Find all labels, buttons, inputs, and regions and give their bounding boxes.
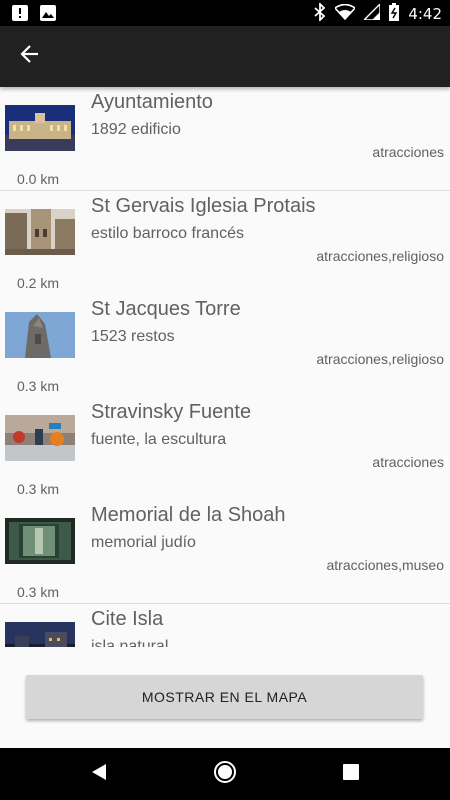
warning-badge-icon [12,5,28,25]
status-right-icons: 4:42 [314,1,442,25]
list-item[interactable]: St Jacques Torre 1523 restos atracciones… [0,294,450,398]
nav-home-button[interactable] [213,760,237,788]
place-subtitle: memorial judío [91,534,196,551]
nav-back-button[interactable] [87,762,111,786]
place-distance: 0.2 km [17,275,60,291]
place-thumbnail [5,518,75,564]
home-circle-icon [213,760,237,788]
signal-icon [362,2,382,24]
back-button[interactable] [12,38,48,74]
show-on-map-button[interactable]: MOSTRAR EN EL MAPA [26,675,423,719]
place-category: atracciones [372,144,444,160]
status-bar: 4:42 [0,0,450,26]
wifi-icon [334,3,357,24]
list-item[interactable]: Stravinsky Fuente fuente, la escultura a… [0,397,450,501]
place-title: Stravinsky Fuente [91,401,252,423]
place-subtitle: estilo barroco francés [91,225,244,242]
place-category: atracciones,religioso [316,248,444,264]
place-subtitle: 1892 edificio [91,121,181,138]
place-thumbnail [5,312,75,358]
list-item[interactable]: Cite Isla isla natural [0,604,450,647]
place-thumbnail [5,622,75,647]
place-title: Ayuntamiento [91,91,213,113]
bluetooth-icon [314,1,326,25]
recents-square-icon [342,763,360,785]
back-triangle-icon [90,763,108,785]
list-item[interactable]: St Gervais Iglesia Protais estilo barroc… [0,191,450,295]
place-subtitle: 1523 restos [91,328,175,345]
bottom-action-area: MOSTRAR EN EL MAPA [0,647,450,748]
list-item[interactable]: Memorial de la Shoah memorial judío atra… [0,500,450,604]
place-title: Memorial de la Shoah [91,504,286,526]
list-item[interactable]: Ayuntamiento 1892 edificio atracciones 0… [0,87,450,191]
place-title: St Jacques Torre [91,298,241,320]
place-category: atracciones [372,454,444,470]
battery-icon [389,3,400,25]
place-title: Cite Isla [91,608,164,630]
nav-recents-button[interactable] [339,762,363,786]
arrow-back-icon [20,44,40,68]
place-distance: 0.3 km [17,481,60,497]
place-distance: 0.3 km [17,584,60,600]
nav-bar [0,748,450,800]
place-thumbnail [5,209,75,255]
place-category: atracciones,museo [326,557,444,573]
places-list[interactable]: Ayuntamiento 1892 edificio atracciones 0… [0,87,450,647]
app-bar [0,26,450,87]
status-time: 4:42 [408,5,442,23]
place-thumbnail [5,415,75,461]
image-icon [40,5,56,25]
place-title: St Gervais Iglesia Protais [91,195,316,217]
place-category: atracciones,religioso [316,351,444,367]
place-subtitle: fuente, la escultura [91,431,227,448]
place-distance: 0.3 km [17,378,60,394]
place-distance: 0.0 km [17,171,60,187]
place-thumbnail [5,105,75,151]
status-left-icons [12,5,56,25]
place-subtitle: isla natural [91,638,169,647]
